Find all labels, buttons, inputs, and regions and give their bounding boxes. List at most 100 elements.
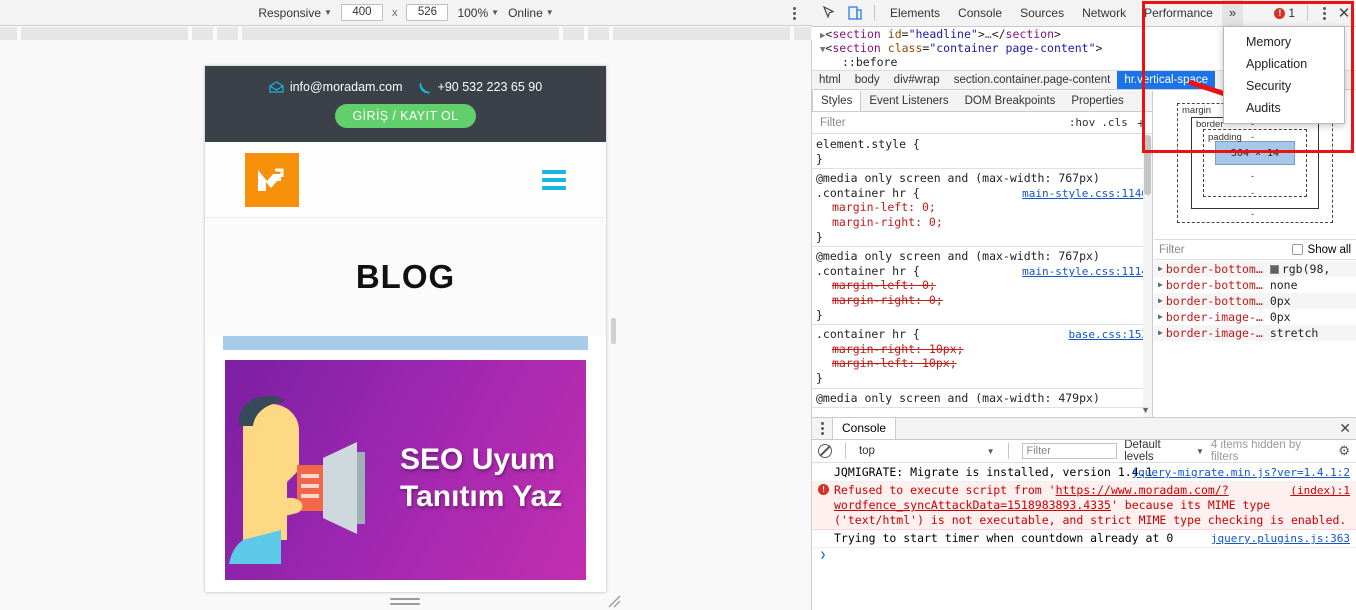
console-message-log[interactable]: JQMIGRATE: Migrate is installed, version…: [812, 464, 1356, 482]
box-model-margin-left-value[interactable]: -: [1181, 147, 1184, 158]
box-model-padding-top-value[interactable]: -: [1251, 132, 1254, 143]
box-model-border-left-value[interactable]: -: [1194, 147, 1197, 158]
style-rule-main-1114[interactable]: @media only screen and (max-width: 767px…: [812, 247, 1152, 326]
box-model-border-bottom-value[interactable]: -: [1251, 188, 1254, 199]
console-filter-input[interactable]: Filter: [1021, 443, 1118, 459]
show-all-checkbox[interactable]: [1291, 244, 1303, 255]
viewport-corner-resize-handle[interactable]: [607, 594, 621, 608]
style-rule-base-153[interactable]: .container hr { base.css:153 margin-righ…: [812, 325, 1152, 389]
console-input-prompt[interactable]: [812, 548, 1356, 561]
expand-triangle-icon[interactable]: ▶: [1158, 293, 1163, 309]
box-model-border-right-value[interactable]: -: [1310, 147, 1313, 158]
tab-dom-breakpoints[interactable]: DOM Breakpoints: [957, 91, 1064, 111]
expand-triangle-icon[interactable]: ▶: [1158, 277, 1163, 293]
error-count-badge[interactable]: ! 1: [1270, 6, 1299, 20]
box-model-margin-right-value[interactable]: -: [1323, 147, 1326, 158]
breadcrumb-body[interactable]: body: [848, 71, 887, 89]
console-message-source-link[interactable]: jquery.plugins.js:363: [1211, 531, 1350, 546]
rule-property[interactable]: margin-left: 0;: [816, 200, 1152, 215]
style-rule-partial-479[interactable]: @media only screen and (max-width: 479px…: [812, 389, 1152, 409]
expand-triangle-icon[interactable]: ▶: [1158, 309, 1163, 325]
menu-item-security[interactable]: Security: [1224, 75, 1344, 97]
tab-event-listeners[interactable]: Event Listeners: [861, 91, 956, 111]
console-context-selector[interactable]: top ▼: [859, 445, 995, 457]
drawer-menu-icon[interactable]: [812, 422, 832, 435]
styles-filter-row: Filter :hov .cls +: [812, 112, 1152, 134]
expand-triangle-icon[interactable]: ▶: [1158, 325, 1163, 341]
rule-property-overridden[interactable]: margin-left: 0;: [816, 278, 1152, 293]
box-model-padding-bottom-value[interactable]: -: [1251, 171, 1254, 182]
breadcrumb-html[interactable]: html: [812, 71, 848, 89]
box-model-margin-bottom-value[interactable]: -: [1251, 209, 1254, 220]
rule-property-overridden[interactable]: margin-right: 0;: [816, 293, 1152, 308]
menu-hamburger-icon[interactable]: [542, 169, 566, 190]
computed-row[interactable]: ▶ border-bottom… rgb(98,: [1154, 261, 1356, 277]
zoom-selector[interactable]: 100% ▼: [457, 6, 499, 20]
menu-item-audits[interactable]: Audits: [1224, 97, 1344, 119]
box-model-padding-right-value[interactable]: -: [1298, 147, 1301, 158]
new-style-rule-button[interactable]: +: [1134, 115, 1148, 131]
element-classes-button[interactable]: .cls: [1101, 116, 1128, 129]
rule-property-overridden[interactable]: margin-left: 10px;: [816, 356, 1152, 371]
viewport-width-input[interactable]: 400: [340, 4, 383, 21]
viewport-height-input[interactable]: 526: [406, 4, 449, 21]
menu-item-application[interactable]: Application: [1224, 53, 1344, 75]
site-phone[interactable]: +90 532 223 65 90: [419, 80, 542, 94]
console-message-source-link[interactable]: (index):1: [1290, 483, 1350, 498]
toggle-device-toolbar-icon[interactable]: [842, 0, 868, 26]
close-drawer-icon[interactable]: ✕: [1339, 420, 1351, 437]
menu-item-memory[interactable]: Memory: [1224, 31, 1344, 53]
tab-performance[interactable]: Performance: [1135, 0, 1222, 26]
rule-source-link[interactable]: base.css:153: [1069, 328, 1148, 341]
tab-properties[interactable]: Properties: [1063, 91, 1131, 111]
site-email[interactable]: info@moradam.com: [269, 80, 403, 94]
device-toolbar-more-icon[interactable]: [786, 4, 802, 22]
styles-scrollbar[interactable]: [1143, 135, 1152, 417]
tab-sources[interactable]: Sources: [1011, 0, 1073, 26]
clear-console-icon[interactable]: [818, 444, 832, 458]
drawer-tab-console[interactable]: Console: [832, 418, 897, 439]
tab-elements[interactable]: Elements: [881, 0, 949, 26]
tab-styles[interactable]: Styles: [812, 91, 862, 111]
styles-filter-input[interactable]: Filter: [816, 117, 1063, 129]
breadcrumb-hr-vertical-space[interactable]: hr.vertical-space: [1117, 71, 1216, 89]
expand-triangle-icon[interactable]: ▶: [1158, 261, 1163, 277]
device-selector[interactable]: Responsive ▼: [258, 6, 332, 20]
throttling-selector[interactable]: Online ▼: [508, 6, 554, 20]
rule-property[interactable]: margin-right: 0;: [816, 215, 1152, 230]
tab-network[interactable]: Network: [1073, 0, 1135, 26]
console-message-error[interactable]: ! Refused to execute script from 'https:…: [812, 482, 1356, 530]
styles-scrollbar-thumb[interactable]: [1144, 135, 1151, 195]
breadcrumb-section[interactable]: section.container.page-content: [947, 71, 1118, 89]
console-log-levels-selector[interactable]: Default levels ▼: [1124, 439, 1204, 463]
console-settings-gear-icon[interactable]: ⚙: [1338, 443, 1350, 459]
computed-row[interactable]: ▶ border-bottom… none: [1154, 277, 1356, 293]
rule-source-link[interactable]: main-style.css:1146: [1022, 187, 1148, 200]
blog-post-image[interactable]: SEO Uyum Tanıtım Yaz: [225, 360, 586, 580]
hover-state-button[interactable]: :hov: [1069, 116, 1096, 129]
close-devtools-icon[interactable]: ✕: [1334, 4, 1354, 22]
login-register-button[interactable]: GİRİŞ / KAYIT OL: [334, 104, 477, 128]
devtools-main-menu-icon[interactable]: [1316, 4, 1332, 22]
console-message-log[interactable]: Trying to start timer when countdown alr…: [812, 530, 1356, 548]
site-logo[interactable]: [245, 152, 299, 207]
computed-row[interactable]: ▶ border-image-… stretch: [1154, 325, 1356, 341]
style-rule-main-1146[interactable]: @media only screen and (max-width: 767px…: [812, 169, 1152, 248]
rule-property-overridden[interactable]: margin-right: 10px;: [816, 342, 1152, 357]
console-message-source-link[interactable]: jquery-migrate.min.js?ver=1.4.1:2: [1131, 465, 1350, 480]
rule-close-brace: }: [816, 151, 823, 166]
viewport-width-resize-handle[interactable]: [611, 318, 616, 344]
breadcrumb-div-wrap[interactable]: div#wrap: [887, 71, 947, 89]
box-model-padding-left-value[interactable]: -: [1206, 147, 1209, 158]
tab-console[interactable]: Console: [949, 0, 1011, 26]
more-tabs-icon[interactable]: »: [1221, 0, 1244, 26]
computed-row[interactable]: ▶ border-image-… 0px: [1154, 309, 1356, 325]
inspect-element-icon[interactable]: [816, 0, 842, 26]
viewport-height-resize-handle[interactable]: [390, 598, 420, 607]
style-rule-element-style[interactable]: element.style { }: [812, 135, 1152, 170]
box-model-content[interactable]: 364 × 14: [1215, 141, 1295, 165]
computed-filter-input[interactable]: Filter: [1159, 244, 1292, 256]
styles-scroll-down-icon[interactable]: ▼: [1141, 405, 1150, 415]
rule-source-link[interactable]: main-style.css:1114: [1022, 265, 1148, 278]
computed-row[interactable]: ▶ border-bottom… 0px: [1154, 293, 1356, 309]
